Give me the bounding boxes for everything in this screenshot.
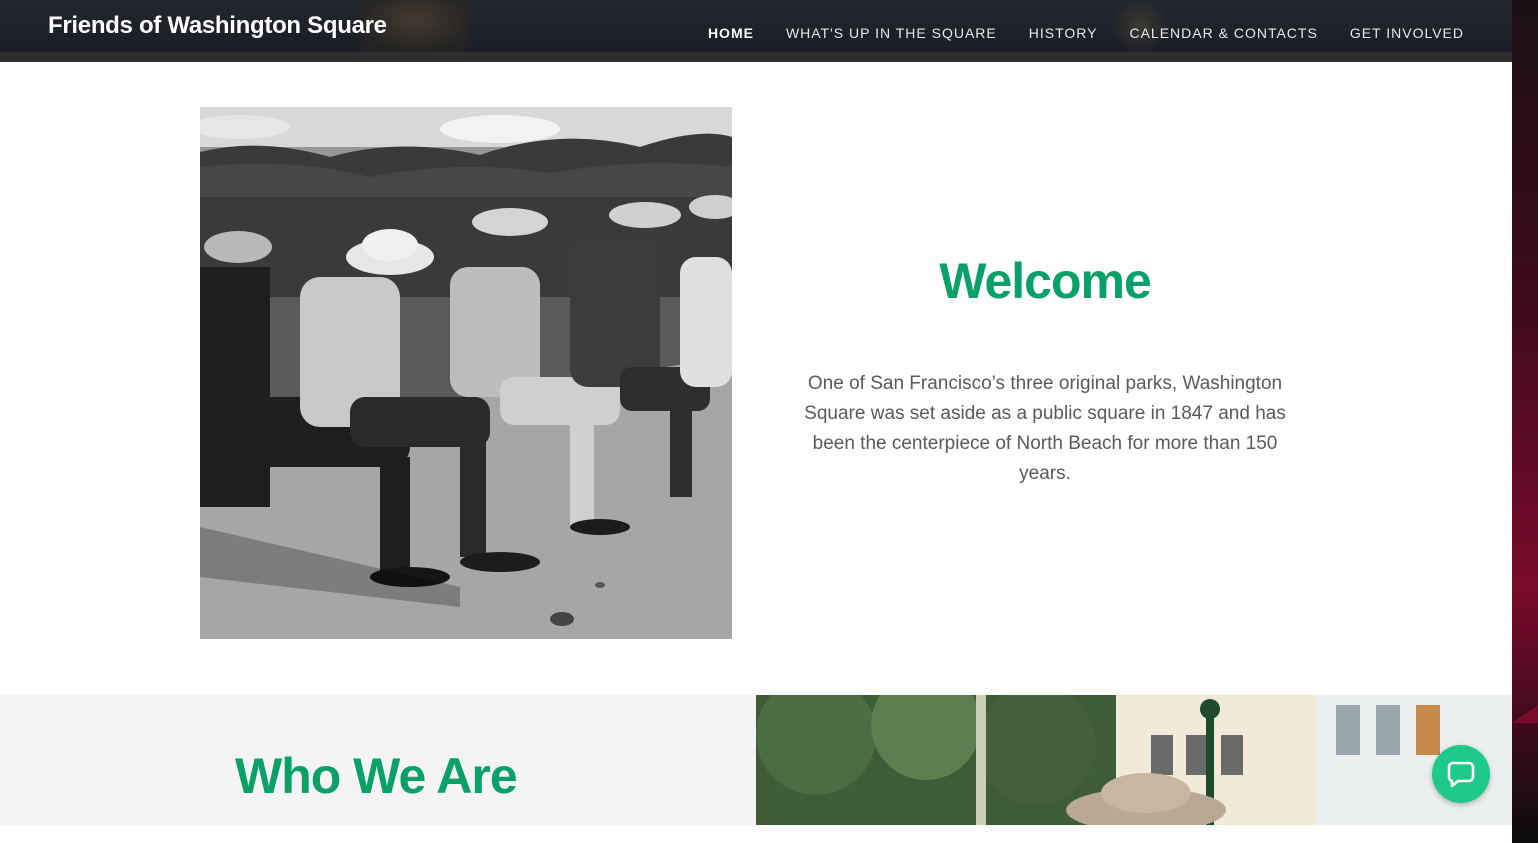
nav-home[interactable]: HOME <box>708 25 754 41</box>
window-edge-accent <box>1512 705 1538 723</box>
header-divider <box>0 52 1512 62</box>
nav-get-involved[interactable]: GET INVOLVED <box>1350 25 1464 41</box>
site-title-link[interactable]: Friends of Washington Square <box>48 12 387 40</box>
chat-button[interactable] <box>1432 745 1490 803</box>
main-nav: HOME WHAT'S UP IN THE SQUARE HISTORY CAL… <box>708 25 1464 41</box>
who-we-are-heading: Who We Are <box>235 748 518 804</box>
page-bottom <box>0 825 1512 843</box>
nav-whats-up[interactable]: WHAT'S UP IN THE SQUARE <box>786 25 997 41</box>
site-header: Friends of Washington Square HOME WHAT'S… <box>0 0 1512 62</box>
park-street-photo <box>756 695 1512 825</box>
welcome-heading: Welcome <box>939 253 1152 309</box>
nav-calendar-contacts[interactable]: CALENDAR & CONTACTS <box>1129 25 1317 41</box>
historic-park-bench-photo <box>200 107 732 639</box>
nav-history[interactable]: HISTORY <box>1029 25 1098 41</box>
welcome-description: One of San Francisco’s three original pa… <box>804 373 1286 484</box>
chat-bubble-icon <box>1447 761 1475 788</box>
page: Friends of Washington Square HOME WHAT'S… <box>0 0 1512 843</box>
